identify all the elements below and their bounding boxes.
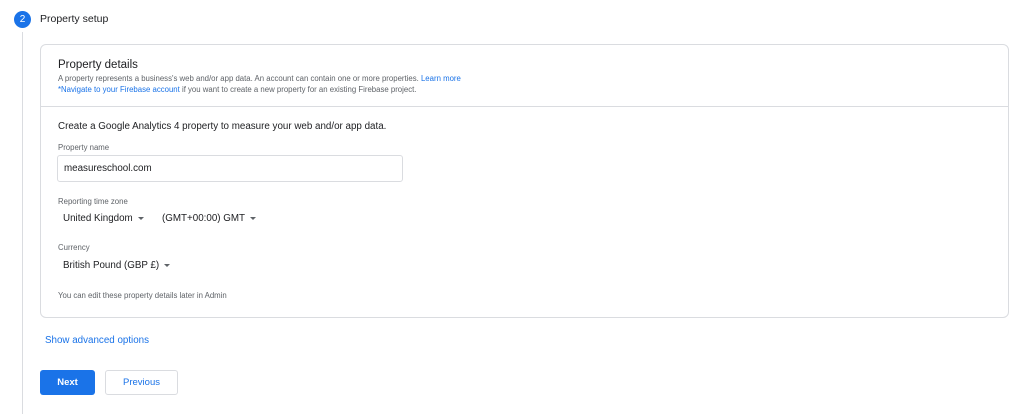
previous-button[interactable]: Previous [105,370,178,395]
firebase-account-link[interactable]: *Navigate to your Firebase account [58,85,180,94]
intro-text: Create a Google Analytics 4 property to … [58,121,387,132]
caret-down-icon [250,217,257,220]
stepper-line [22,32,23,414]
next-button[interactable]: Next [40,370,95,395]
show-advanced-options-link[interactable]: Show advanced options [45,335,149,346]
property-details-card: Property details A property represents a… [40,44,1009,318]
timezone-country-select[interactable]: United Kingdom [63,213,144,224]
property-name-label: Property name [58,143,110,152]
learn-more-link[interactable]: Learn more [421,74,461,83]
card-description: A property represents a business's web a… [58,74,461,83]
timezone-label: Reporting time zone [58,197,128,206]
step-number-badge: 2 [14,11,31,28]
card-description-text: A property represents a business's web a… [58,74,419,83]
edit-later-note: You can edit these property details late… [58,291,227,300]
property-name-input[interactable] [57,155,403,182]
card-title: Property details [58,59,138,71]
timezone-offset-select[interactable]: (GMT+00:00) GMT [162,213,257,224]
card-header: Property details A property represents a… [41,45,1008,107]
firebase-note: *Navigate to your Firebase account if yo… [58,85,416,94]
caret-down-icon [164,264,171,267]
timezone-country-value: United Kingdom [63,213,133,224]
currency-value: British Pound (GBP £) [63,260,160,271]
step-title: Property setup [40,13,109,25]
timezone-offset-value: (GMT+00:00) GMT [162,213,246,224]
caret-down-icon [137,217,144,220]
currency-select[interactable]: British Pound (GBP £) [63,260,171,271]
firebase-note-text: if you want to create a new property for… [181,85,417,94]
currency-label: Currency [58,243,90,252]
